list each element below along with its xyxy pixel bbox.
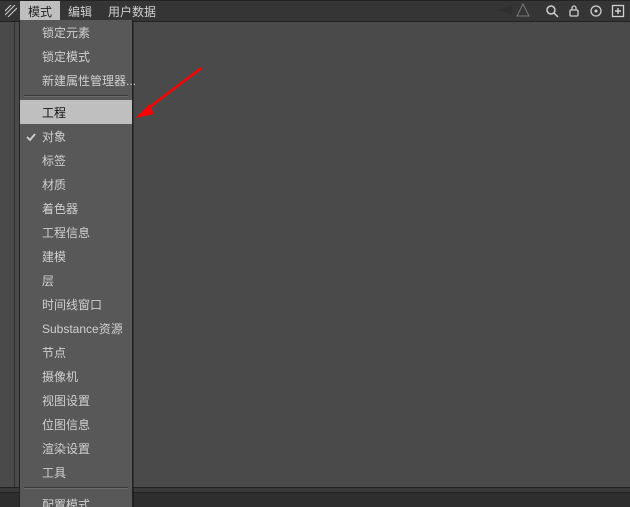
check-icon [26, 131, 36, 141]
target-icon[interactable] [588, 3, 604, 19]
dropdown-item[interactable]: 工程信息 [20, 220, 132, 244]
dropdown-item[interactable]: 对象 [20, 124, 132, 148]
dropdown-item[interactable]: 节点 [20, 340, 132, 364]
grip-icon[interactable] [0, 1, 20, 21]
dropdown-item[interactable]: 材质 [20, 172, 132, 196]
dropdown-item[interactable]: 工程 [20, 100, 132, 124]
menu-1[interactable]: 编辑 [60, 1, 100, 21]
nav-history [496, 3, 530, 20]
nav-back-icon[interactable] [496, 3, 514, 20]
dropdown-item-label: 锁定元素 [42, 24, 90, 41]
dropdown-item[interactable]: 锁定元素 [20, 20, 132, 44]
dropdown-item-label: 时间线窗口 [42, 296, 102, 313]
dropdown-item-label: 工具 [42, 464, 66, 481]
dropdown-item[interactable]: Substance资源 [20, 316, 132, 340]
dropdown-item-label: 位图信息 [42, 416, 90, 433]
dropdown-item[interactable]: 渲染设置 [20, 436, 132, 460]
dropdown-item-label: 工程信息 [42, 224, 90, 241]
dropdown-item[interactable]: 锁定模式 [20, 44, 132, 68]
dropdown-item-label: 建模 [42, 248, 66, 265]
dropdown-item[interactable]: 新建属性管理器... [20, 68, 132, 92]
dropdown-item-label: 层 [42, 272, 54, 289]
dropdown-item[interactable]: 层 [20, 268, 132, 292]
dropdown-item-label: 摄像机 [42, 368, 78, 385]
dropdown-item-label: 对象 [42, 128, 66, 145]
lock-icon[interactable] [566, 3, 582, 19]
mode-dropdown: 锁定元素锁定模式新建属性管理器... 工程对象标签材质着色器工程信息建模层时间线窗… [19, 20, 133, 507]
menu-separator [24, 95, 128, 97]
menu-separator [24, 487, 128, 489]
dropdown-item-label: 配置模式... [42, 496, 100, 507]
menubar: 模式编辑用户数据 [0, 0, 630, 22]
dropdown-item[interactable]: 位图信息 [20, 412, 132, 436]
dropdown-item-label: 材质 [42, 176, 66, 193]
add-icon[interactable] [610, 3, 626, 19]
menu-0[interactable]: 模式 [20, 1, 60, 21]
dropdown-item-label: 节点 [42, 344, 66, 361]
nav-up-icon[interactable] [516, 3, 530, 20]
dropdown-item[interactable]: 摄像机 [20, 364, 132, 388]
dropdown-item[interactable]: 视图设置 [20, 388, 132, 412]
dropdown-item-label: 视图设置 [42, 392, 90, 409]
dropdown-item[interactable]: 标签 [20, 148, 132, 172]
dropdown-item-label: 锁定模式 [42, 48, 90, 65]
dropdown-item-label: Substance资源 [42, 320, 123, 337]
dropdown-item-label: 工程 [42, 104, 66, 121]
menu-2[interactable]: 用户数据 [100, 1, 164, 21]
dropdown-item[interactable]: 配置模式... [20, 492, 132, 507]
dropdown-item[interactable]: 工具 [20, 460, 132, 484]
dropdown-item[interactable]: 着色器 [20, 196, 132, 220]
dropdown-item-label: 标签 [42, 152, 66, 169]
dropdown-item[interactable]: 时间线窗口 [20, 292, 132, 316]
dropdown-item-label: 新建属性管理器... [42, 72, 136, 89]
dropdown-item-label: 渲染设置 [42, 440, 90, 457]
dropdown-item-label: 着色器 [42, 200, 78, 217]
search-icon[interactable] [544, 3, 560, 19]
toolbar-right [544, 1, 626, 21]
dropdown-item[interactable]: 建模 [20, 244, 132, 268]
